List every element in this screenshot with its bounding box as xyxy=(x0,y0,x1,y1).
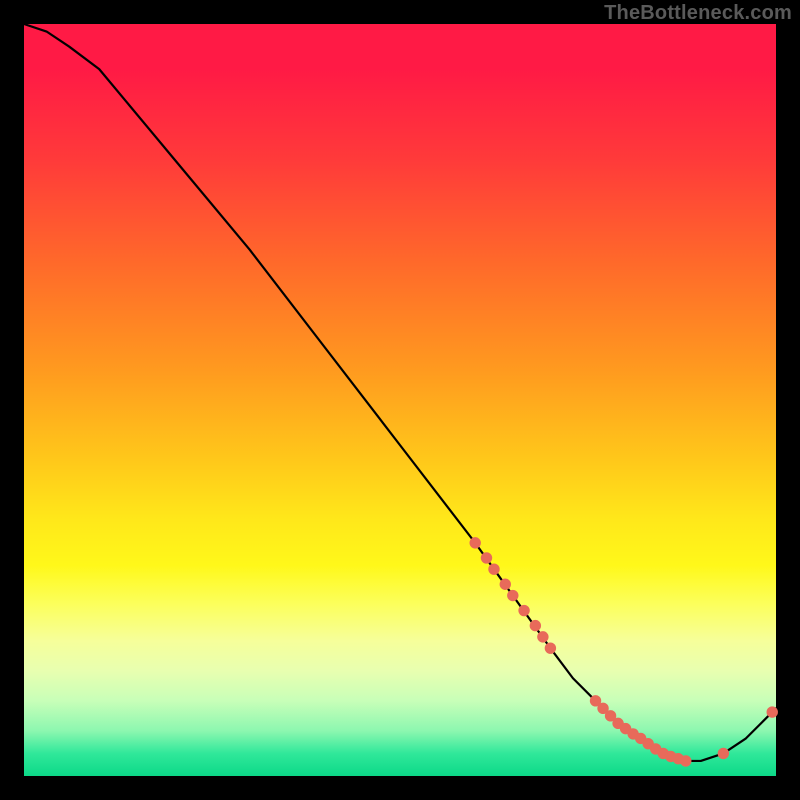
data-marker xyxy=(718,748,728,758)
data-marker xyxy=(519,605,529,615)
data-marker xyxy=(545,643,555,653)
line-series xyxy=(24,24,776,761)
data-marker xyxy=(489,564,499,574)
plot-area xyxy=(24,24,776,776)
data-marker xyxy=(500,579,510,589)
data-marker xyxy=(470,538,480,548)
chart-svg xyxy=(24,24,776,776)
attribution-text: TheBottleneck.com xyxy=(604,2,792,25)
data-marker xyxy=(481,553,491,563)
data-marker xyxy=(681,756,691,766)
data-marker xyxy=(767,707,777,717)
data-marker xyxy=(508,590,518,600)
chart-stage: TheBottleneck.com xyxy=(0,0,800,800)
marker-layer xyxy=(470,538,777,766)
data-marker xyxy=(538,632,548,642)
data-marker xyxy=(530,620,540,630)
